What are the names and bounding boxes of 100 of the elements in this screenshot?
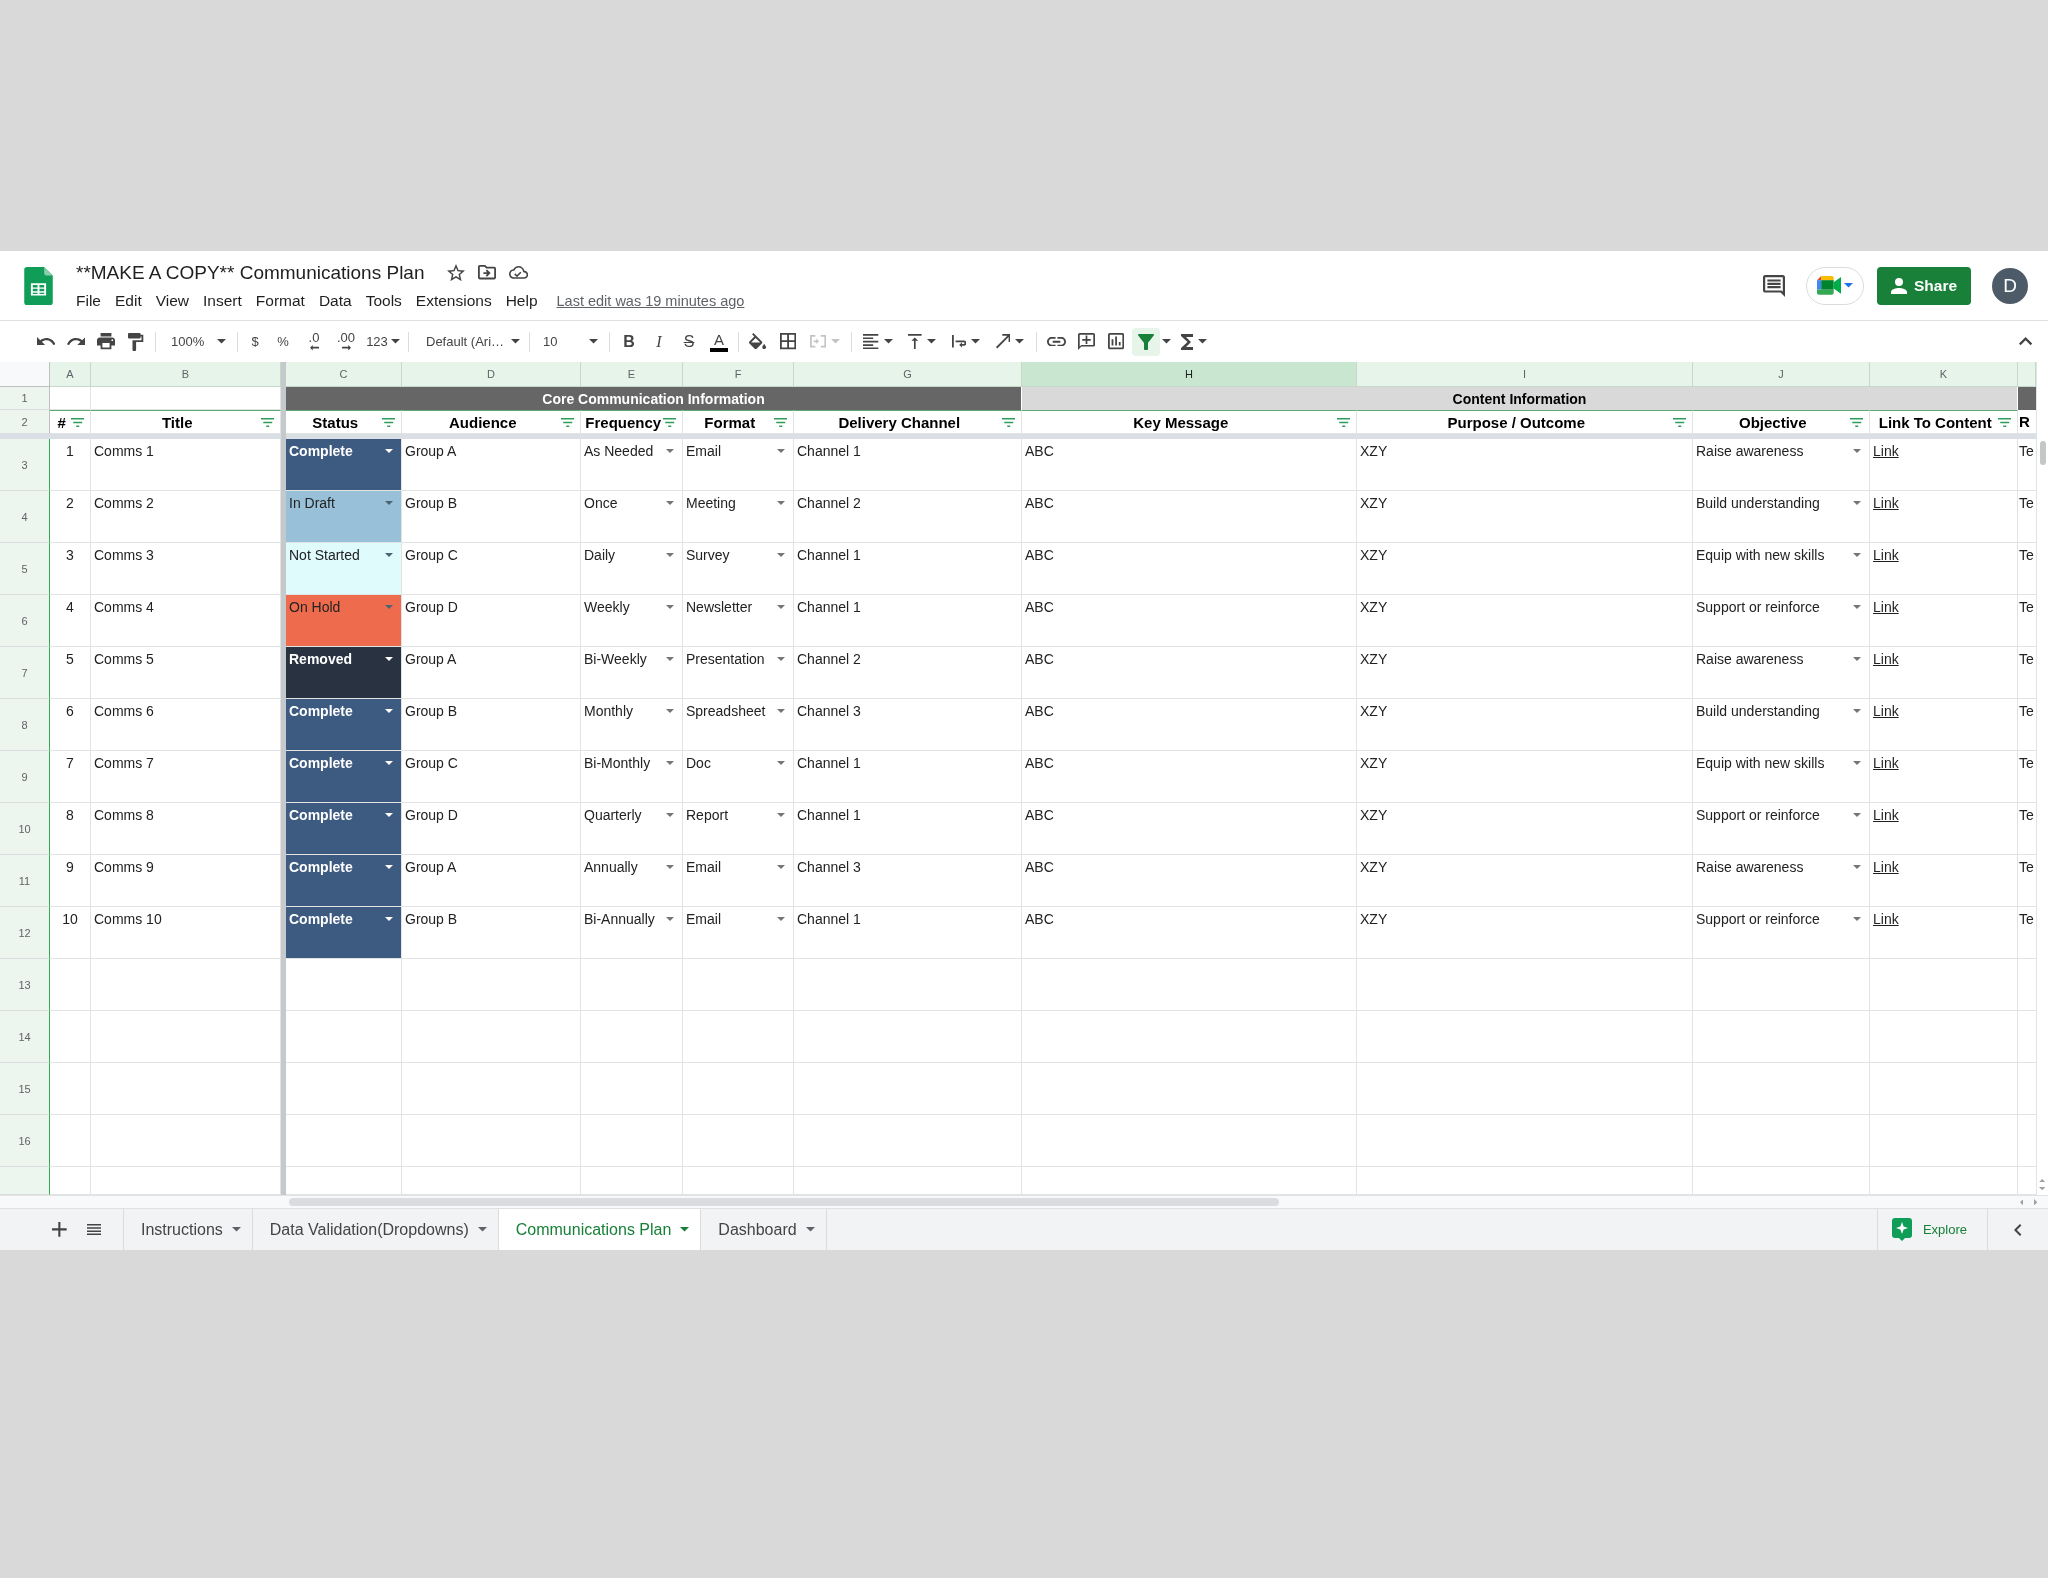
column-header[interactable]: I: [1357, 362, 1693, 387]
row-header[interactable]: 2: [0, 410, 50, 434]
chevron-up-icon[interactable]: [2019, 337, 2033, 346]
filter-icon[interactable]: [381, 417, 395, 427]
content-link[interactable]: Link: [1873, 703, 1899, 719]
row-header[interactable]: 5: [0, 543, 50, 595]
menu-item[interactable]: Data: [311, 289, 359, 312]
row-header[interactable]: 15: [0, 1063, 50, 1115]
status-dropdown[interactable]: Removed: [286, 647, 402, 699]
column-header[interactable]: A: [50, 362, 91, 387]
frequency-dropdown[interactable]: Bi-Weekly: [581, 647, 683, 699]
format-dropdown[interactable]: Spreadsheet: [683, 699, 794, 751]
caret-icon[interactable]: [971, 339, 981, 344]
content-link[interactable]: Link: [1873, 495, 1899, 511]
strikethrough-button[interactable]: S: [675, 327, 703, 356]
frequency-dropdown[interactable]: Annually: [581, 855, 683, 907]
up-arrow-icon[interactable]: [2039, 1178, 2046, 1182]
format-dropdown[interactable]: Survey: [683, 543, 794, 595]
filter-icon[interactable]: [1001, 417, 1015, 427]
column-header[interactable]: H: [1022, 362, 1357, 387]
objective-dropdown[interactable]: Raise awareness: [1693, 439, 1870, 491]
caret-icon[interactable]: [1162, 339, 1171, 344]
column-header[interactable]: C: [286, 362, 402, 387]
list-icon[interactable]: [86, 1223, 102, 1236]
sheet-tab[interactable]: Communications Plan: [498, 1209, 702, 1250]
percent-button[interactable]: %: [269, 327, 297, 356]
scrollbar-track[interactable]: [0, 1195, 2048, 1208]
format-dropdown[interactable]: Report: [683, 803, 794, 855]
down-arrow-icon[interactable]: [2039, 1186, 2046, 1190]
column-header[interactable]: E: [581, 362, 683, 387]
frequency-dropdown[interactable]: Bi-Monthly: [581, 751, 683, 803]
status-dropdown[interactable]: Complete: [286, 699, 402, 751]
row-header[interactable]: 3: [0, 439, 50, 491]
status-dropdown[interactable]: Complete: [286, 439, 402, 491]
frequency-dropdown[interactable]: Bi-Annually: [581, 907, 683, 959]
align-left-icon[interactable]: [863, 333, 879, 350]
caret-icon[interactable]: [926, 339, 936, 344]
objective-dropdown[interactable]: Support or reinforce: [1693, 595, 1870, 647]
menu-item[interactable]: Help: [498, 289, 545, 312]
currency-button[interactable]: $: [243, 327, 267, 356]
scrollbar-thumb[interactable]: [2039, 441, 2046, 465]
objective-dropdown[interactable]: Support or reinforce: [1693, 803, 1870, 855]
filter-icon[interactable]: [773, 417, 787, 427]
content-link[interactable]: Link: [1873, 911, 1899, 927]
scrollbar-thumb[interactable]: [289, 1198, 1279, 1206]
menu-item[interactable]: View: [148, 289, 197, 312]
format-dropdown[interactable]: Email: [683, 439, 794, 491]
frequency-dropdown[interactable]: Quarterly: [581, 803, 683, 855]
objective-dropdown[interactable]: Build understanding: [1693, 699, 1870, 751]
frequency-dropdown[interactable]: Once: [581, 491, 683, 543]
caret-icon[interactable]: [883, 339, 893, 344]
format-dropdown[interactable]: Meeting: [683, 491, 794, 543]
zoom-dropdown[interactable]: 100%: [161, 327, 232, 356]
menu-item[interactable]: Insert: [196, 289, 249, 312]
objective-dropdown[interactable]: Equip with new skills: [1693, 543, 1870, 595]
redo-icon[interactable]: [66, 337, 86, 346]
menu-item[interactable]: Tools: [358, 289, 409, 312]
bar-chart-icon[interactable]: [1107, 333, 1125, 350]
increase-decimal-button[interactable]: .00: [331, 327, 361, 356]
filter-icon[interactable]: [1336, 417, 1350, 427]
status-dropdown[interactable]: Complete: [286, 907, 402, 959]
chevron-left-icon[interactable]: [2014, 1223, 2022, 1236]
undo-icon[interactable]: [36, 337, 56, 346]
cloud-check-icon[interactable]: [508, 266, 528, 279]
explore-button[interactable]: Explore: [1876, 1209, 1987, 1250]
row-header[interactable]: 12: [0, 907, 50, 959]
row-header[interactable]: 7: [0, 647, 50, 699]
format-dropdown[interactable]: Newsletter: [683, 595, 794, 647]
status-dropdown[interactable]: Complete: [286, 803, 402, 855]
share-button[interactable]: Share: [1877, 266, 1971, 305]
format-dropdown[interactable]: Email: [683, 855, 794, 907]
filter-icon[interactable]: [70, 417, 84, 427]
italic-button[interactable]: I: [645, 327, 673, 356]
format-dropdown[interactable]: Presentation: [683, 647, 794, 699]
objective-dropdown[interactable]: Support or reinforce: [1693, 907, 1870, 959]
document-title[interactable]: **MAKE A COPY** Communications Plan: [76, 261, 425, 284]
status-dropdown[interactable]: Complete: [286, 751, 402, 803]
format-dropdown[interactable]: Email: [683, 907, 794, 959]
content-link[interactable]: Link: [1873, 755, 1899, 771]
filter-icon[interactable]: [1849, 417, 1863, 427]
filter-icon[interactable]: [1672, 417, 1686, 427]
filter-icon[interactable]: [662, 417, 676, 427]
frequency-dropdown[interactable]: Daily: [581, 543, 683, 595]
print-icon[interactable]: [97, 333, 115, 350]
number-format-dropdown[interactable]: 123: [363, 327, 403, 356]
column-header[interactable]: J: [1693, 362, 1870, 387]
font-dropdown[interactable]: Default (Ari…: [414, 327, 524, 356]
account-avatar[interactable]: D: [1992, 267, 2028, 304]
status-dropdown[interactable]: On Hold: [286, 595, 402, 647]
paint-roller-icon[interactable]: [128, 332, 144, 351]
sigma-icon[interactable]: [1181, 333, 1193, 350]
comment-icon[interactable]: [1763, 274, 1785, 297]
objective-dropdown[interactable]: Build understanding: [1693, 491, 1870, 543]
format-dropdown[interactable]: Doc: [683, 751, 794, 803]
decrease-decimal-button[interactable]: .0: [299, 327, 329, 356]
status-dropdown[interactable]: Not Started: [286, 543, 402, 595]
frequency-dropdown[interactable]: Monthly: [581, 699, 683, 751]
scrollbar-track[interactable]: [2036, 362, 2048, 1195]
link-icon[interactable]: [1046, 336, 1066, 347]
menu-item[interactable]: File: [69, 289, 108, 312]
